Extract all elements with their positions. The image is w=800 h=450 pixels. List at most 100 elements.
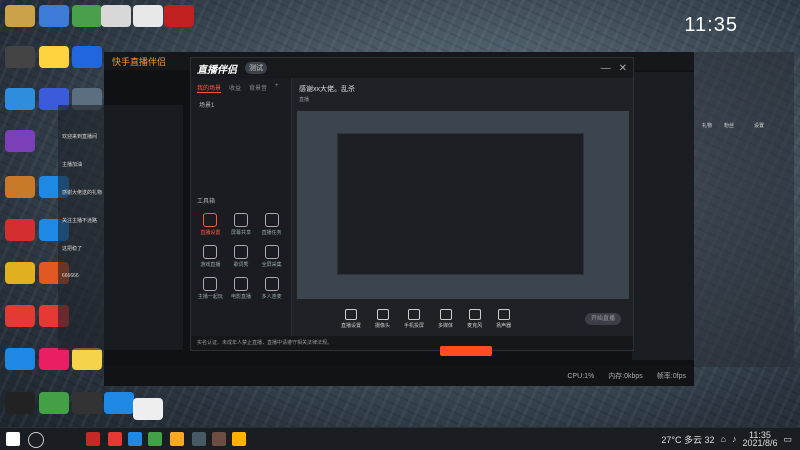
desktop-app-icon[interactable] <box>101 5 131 27</box>
system-tray: 27°C 多云 32 ⌂ ♪ 11:35 2021/8/6 ▭ <box>661 430 792 448</box>
version-pill[interactable]: 测试 <box>245 62 267 74</box>
search-icon[interactable] <box>28 432 44 448</box>
stream-preview <box>296 110 630 300</box>
game-icon <box>203 245 218 259</box>
toolbox-label: 工具箱 <box>197 199 216 205</box>
windows-start-icon[interactable] <box>6 432 20 446</box>
chat-overlay: 欢迎来到直播间 主播加油 感谢大佬送的礼物 关注主播不迷路 这把稳了 66666… <box>58 105 183 350</box>
desktop-app-icon[interactable] <box>5 348 35 370</box>
tool-movie[interactable]: 电影直播 <box>226 277 257 300</box>
control-media[interactable]: 多媒体 <box>438 309 453 329</box>
weather-status[interactable]: 27°C 多云 32 <box>661 433 714 446</box>
desktop-app-icon[interactable] <box>39 348 69 370</box>
desktop-app-icon[interactable] <box>39 5 69 27</box>
desktop-app-icon[interactable] <box>5 5 35 27</box>
capture-icon <box>264 245 279 259</box>
desktop-app-icon[interactable] <box>39 392 69 414</box>
desktop-app-icon[interactable] <box>5 305 35 327</box>
speaker-icon <box>497 309 510 320</box>
tool-game[interactable]: 游戏直播 <box>195 245 226 268</box>
notification-icon[interactable]: ▭ <box>783 434 792 445</box>
volume-icon[interactable]: ♪ <box>732 434 737 444</box>
movie-icon <box>233 277 248 291</box>
tool-lyrics[interactable]: 歌词秀 <box>226 245 257 268</box>
chat-line: 关注主播不迷路 <box>62 218 98 224</box>
desktop-app-icon[interactable] <box>5 46 35 68</box>
desktop-app-icon[interactable] <box>72 392 102 414</box>
taskbar-date[interactable]: 2021/8/6 <box>742 439 777 448</box>
desktop-app-icon[interactable] <box>72 46 102 68</box>
stream-tag: 直播 <box>299 97 310 103</box>
app-logo: 直播伴侣 <box>197 64 237 76</box>
main-titlebar: 直播伴侣 测试 — ✕ <box>191 58 633 78</box>
taskbar-app-icon[interactable] <box>212 432 226 446</box>
desktop-app-icon[interactable] <box>104 392 134 414</box>
settings-icon <box>345 309 357 320</box>
info-strip: 实名认证、未成年人禁止直播，直播中请遵守相关法律法规。 <box>191 336 633 350</box>
desktop-app-icon[interactable] <box>5 88 35 110</box>
desktop-app-icon[interactable] <box>72 5 102 27</box>
tool-capture[interactable]: 全屏采集 <box>256 245 287 268</box>
right-overlay-item[interactable]: 粉丝 <box>724 122 734 129</box>
close-icon[interactable]: ✕ <box>619 63 627 74</box>
tab-scenes[interactable]: 我的场景 <box>197 83 222 93</box>
scene-item[interactable]: 场景1 <box>191 98 291 111</box>
right-overlay-panel: 礼物 粉丝 设置 <box>694 52 794 367</box>
taskbar-app-icon[interactable] <box>170 432 184 446</box>
chat-line: 666666 <box>62 273 79 279</box>
tab-income[interactable]: 收益 <box>229 83 241 93</box>
taskbar-app-icon[interactable] <box>128 432 142 446</box>
chat-line: 感谢大佬送的礼物 <box>62 190 103 196</box>
desktop-app-icon[interactable] <box>72 348 102 370</box>
tool-screen-share[interactable]: 屏幕共享 <box>226 213 257 236</box>
tab-bgm[interactable]: 背景音 <box>249 83 267 93</box>
control-settings[interactable]: 直播设置 <box>341 309 361 329</box>
desktop-app-icon[interactable] <box>5 392 35 414</box>
right-overlay-item[interactable]: 礼物 <box>702 122 712 129</box>
mic-icon <box>468 309 481 320</box>
chat-line: 主播加油 <box>62 162 83 168</box>
taskbar-app-icon[interactable] <box>148 432 162 446</box>
tool-task[interactable]: 直播任务 <box>256 213 287 236</box>
desktop-app-icon[interactable] <box>5 176 35 198</box>
control-mic[interactable]: 麦克风 <box>467 309 482 329</box>
taskbar-app-icon[interactable] <box>192 432 206 446</box>
desktop-app-icon[interactable] <box>5 262 35 284</box>
chat-line: 欢迎来到直播间 <box>62 134 98 140</box>
tool-together[interactable]: 主播一起玩 <box>195 277 226 300</box>
minimize-icon[interactable]: — <box>601 63 611 74</box>
desktop-app-icon[interactable] <box>5 130 35 152</box>
phone-cast-icon <box>408 309 421 320</box>
media-icon <box>439 309 452 320</box>
desktop-app-icon[interactable] <box>164 5 194 27</box>
taskbar: 27°C 多云 32 ⌂ ♪ 11:35 2021/8/6 ▭ <box>0 427 800 450</box>
network-icon[interactable]: ⌂ <box>721 434 726 444</box>
stream-title[interactable]: 感谢xx大佬。乱杀 <box>299 84 355 94</box>
scene-tabs: 我的场景 收益 背景音 + <box>191 78 291 98</box>
task-icon <box>264 213 279 227</box>
taskbar-app-icon[interactable] <box>108 432 122 446</box>
taskbar-app-icon[interactable] <box>232 432 246 446</box>
tool-broadcast-settings[interactable]: 直播设置 <box>195 213 226 236</box>
desktop-app-icon[interactable] <box>5 219 35 241</box>
control-camera[interactable]: 摄像头 <box>375 309 390 329</box>
broadcast-icon <box>203 213 218 227</box>
main-app-window: 直播伴侣 测试 — ✕ 我的场景 收益 背景音 + 场景1 工具箱 直播设置 屏… <box>190 57 634 351</box>
right-overlay-item[interactable]: 设置 <box>754 122 764 129</box>
tool-multi-mic[interactable]: 多人连麦 <box>256 277 287 300</box>
tool-grid: 直播设置 屏幕共享 直播任务 游戏直播 歌词秀 全屏采集 主播一起玩 电影直播 … <box>195 213 287 300</box>
start-live-highlight[interactable] <box>440 346 492 356</box>
desktop-app-icon[interactable] <box>133 398 163 420</box>
desktop-app-icon[interactable] <box>133 5 163 27</box>
tab-add[interactable]: + <box>275 83 279 93</box>
chat-line: 这把稳了 <box>62 246 83 252</box>
control-phone-cast[interactable]: 手机投屏 <box>404 309 424 329</box>
desktop-app-icon[interactable] <box>39 46 69 68</box>
camera-icon <box>376 309 389 320</box>
status-memory: 内存:0kbps <box>608 373 643 380</box>
multi-mic-icon <box>264 277 279 291</box>
control-speaker[interactable]: 扬声器 <box>496 309 511 329</box>
start-stream-button[interactable]: 开始直播 <box>585 313 621 325</box>
together-icon <box>203 277 218 291</box>
taskbar-app-icon[interactable] <box>86 432 100 446</box>
